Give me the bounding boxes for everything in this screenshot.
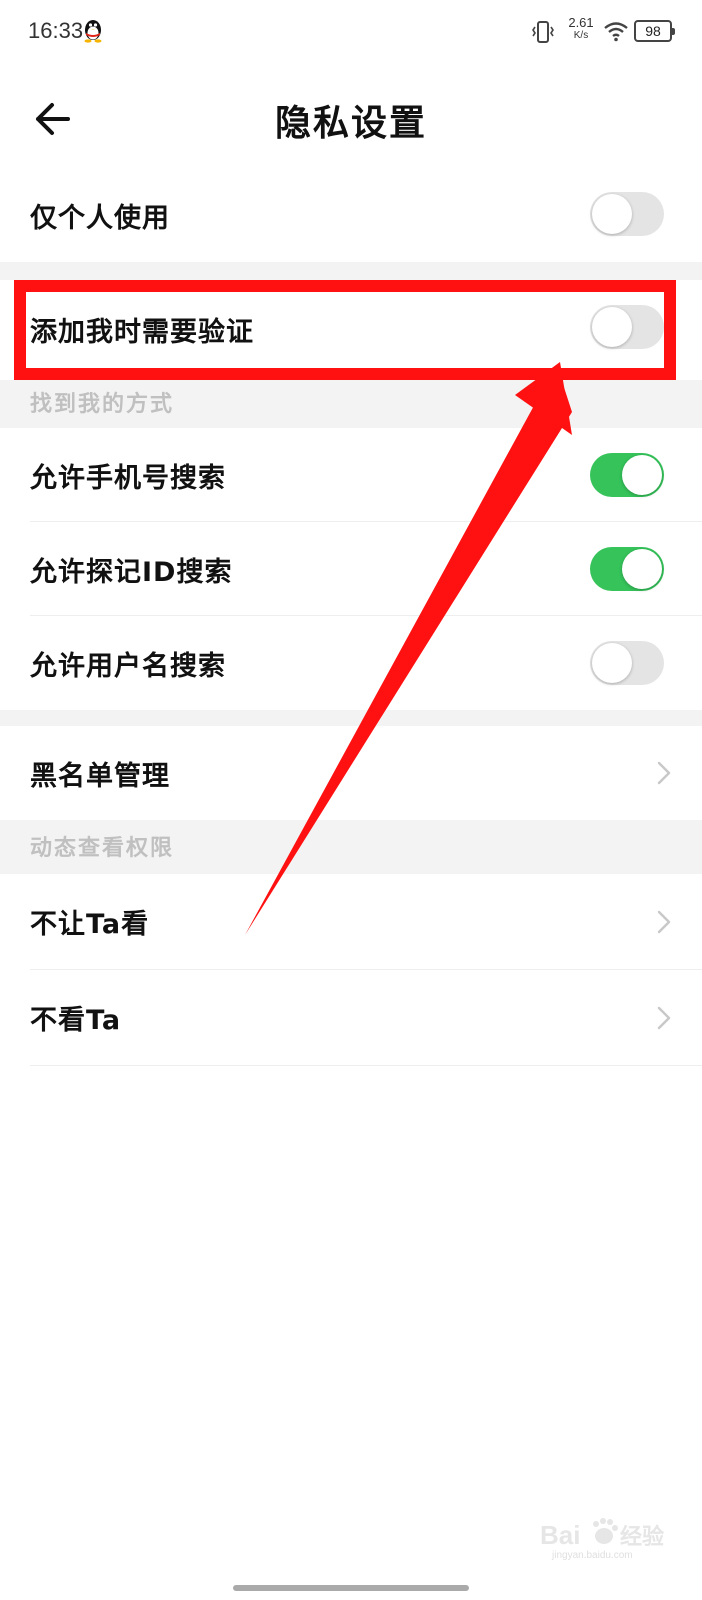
toggle-knob xyxy=(622,549,662,589)
qq-penguin-icon xyxy=(84,20,102,43)
annotation-highlight-box xyxy=(14,280,676,380)
personal-use-toggle[interactable] xyxy=(590,192,664,236)
setting-label: 不看Ta xyxy=(30,1005,122,1036)
setting-label: 不让Ta看 xyxy=(30,909,150,940)
setting-row-hide-from[interactable]: 不让Ta看 xyxy=(0,874,702,970)
setting-row-personal-use[interactable]: 仅个人使用 xyxy=(0,166,702,262)
status-time: 16:33 xyxy=(28,18,84,43)
setting-label: 允许探记ID搜索 xyxy=(30,557,233,588)
setting-label: 仅个人使用 xyxy=(30,203,170,234)
baidu-jingyan-watermark: Bai 经验 jingyan.baidu.com xyxy=(540,1510,690,1561)
toggle-knob xyxy=(592,194,632,234)
status-bar: 16:33 2.61 K/s 98 xyxy=(0,0,702,64)
setting-row-blacklist[interactable]: 黑名单管理 xyxy=(0,726,702,820)
setting-label: 允许手机号搜索 xyxy=(30,463,226,494)
phone-search-toggle[interactable] xyxy=(590,453,664,497)
chevron-right-icon xyxy=(657,1006,671,1030)
section-header-label: 动态查看权限 xyxy=(30,836,175,861)
toggle-knob xyxy=(592,643,632,683)
setting-row-mute[interactable]: 不看Ta xyxy=(0,970,702,1066)
network-speed-value: 2.61 xyxy=(568,15,594,30)
username-search-toggle[interactable] xyxy=(590,641,664,685)
section-header-find-me: 找到我的方式 xyxy=(0,380,702,428)
setting-row-username-search[interactable]: 允许用户名搜索 xyxy=(0,616,702,710)
section-gap xyxy=(0,262,702,280)
id-search-toggle[interactable] xyxy=(590,547,664,591)
setting-label: 允许用户名搜索 xyxy=(30,651,226,682)
svg-text:jingyan.baidu.com: jingyan.baidu.com xyxy=(551,1550,633,1560)
section-header-feed-permissions: 动态查看权限 xyxy=(0,820,702,874)
chevron-right-icon xyxy=(657,910,671,934)
section-gap xyxy=(0,710,702,726)
page-title: 隐私设置 xyxy=(274,103,427,144)
section-header-label: 找到我的方式 xyxy=(30,392,175,417)
vibrate-icon xyxy=(532,21,554,43)
divider xyxy=(30,1065,702,1066)
network-speed-unit: K/s xyxy=(573,30,589,41)
chevron-right-icon xyxy=(657,761,671,785)
network-speed: 2.61 K/s xyxy=(566,16,596,41)
battery-indicator: 98 xyxy=(634,20,675,42)
setting-row-id-search[interactable]: 允许探记ID搜索 xyxy=(0,522,702,616)
nav-bar: 隐私设置 xyxy=(0,72,702,164)
toggle-knob xyxy=(622,455,662,495)
baidu-paw-icon: Bai 经验 jingyan.baidu.com xyxy=(540,1518,664,1561)
setting-row-phone-search[interactable]: 允许手机号搜索 xyxy=(0,428,702,522)
wifi-icon xyxy=(604,22,628,42)
home-indicator[interactable] xyxy=(233,1585,469,1591)
svg-text:经验: 经验 xyxy=(620,1524,664,1550)
setting-label: 黑名单管理 xyxy=(30,761,170,792)
svg-text:Bai: Bai xyxy=(540,1520,580,1550)
